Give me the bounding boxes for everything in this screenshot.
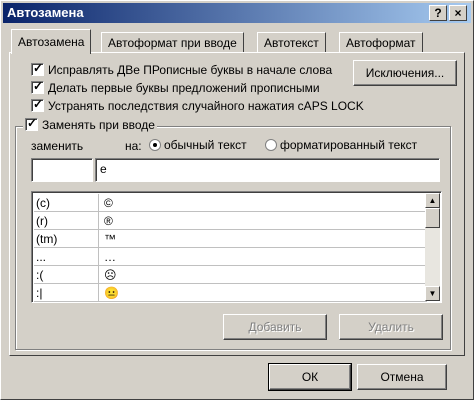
radio-label: обычный текст <box>164 138 247 152</box>
close-icon: × <box>454 6 462 20</box>
replace-as-you-type-toggle[interactable]: ✓ Заменять при вводе <box>23 116 157 132</box>
arrow-down-icon: ▼ <box>428 289 437 298</box>
group-label: Заменять при вводе <box>42 118 155 132</box>
list-item-to: … <box>104 250 116 264</box>
list-item-to: ☹ <box>104 268 117 282</box>
autocorrect-dialog: Автозамена ? × Автозамена Автоформат при… <box>0 0 474 400</box>
delete-button[interactable]: Удалить <box>339 314 443 340</box>
radio-button[interactable] <box>265 139 277 151</box>
list-scrollbar[interactable]: ▲ ▼ <box>425 193 440 301</box>
title-bar[interactable]: Автозамена ? × <box>3 3 471 23</box>
list-item[interactable]: :( ☹ <box>34 266 427 284</box>
radio-formatted-text[interactable]: форматированный текст <box>265 138 417 152</box>
check-icon: ✓ <box>27 116 38 130</box>
column-divider <box>98 284 99 302</box>
help-icon: ? <box>434 6 442 20</box>
column-divider <box>98 266 99 284</box>
column-divider <box>98 212 99 230</box>
tab-autocorrect[interactable]: Автозамена <box>11 29 92 54</box>
arrow-up-icon: ▲ <box>428 196 437 205</box>
checkbox[interactable]: ✓ <box>31 97 44 112</box>
checkbox[interactable]: ✓ <box>31 61 44 76</box>
tab-autoformat[interactable]: Автоформат <box>339 32 423 53</box>
option-label: Исправлять ДВе ПРописные буквы в начале … <box>48 63 333 77</box>
option-label: Устранять последствия случайного нажатия… <box>48 99 364 113</box>
column-divider <box>98 230 99 248</box>
list-item-from: (c) <box>36 196 50 210</box>
cancel-button[interactable]: Отмена <box>357 364 447 390</box>
tab-autoformat-as-you-type[interactable]: Автоформат при вводе <box>101 32 244 53</box>
list-item-from: ... <box>36 250 47 264</box>
ok-button[interactable]: ОК <box>268 363 352 391</box>
replace-label: заменить <box>31 139 84 153</box>
list-item[interactable]: (r) ® <box>34 212 427 230</box>
radio-plain-text[interactable]: обычный текст <box>149 138 247 152</box>
list-item-from: :( <box>36 268 44 282</box>
close-button[interactable]: × <box>449 5 467 21</box>
scroll-down-button[interactable]: ▼ <box>425 286 440 301</box>
list-item[interactable]: (tm) ™ <box>34 230 427 248</box>
help-button[interactable]: ? <box>429 5 447 21</box>
with-input[interactable]: е <box>95 158 440 182</box>
add-button[interactable]: Добавить <box>223 314 327 340</box>
list-item-to: ™ <box>104 232 116 246</box>
radio-dot <box>153 143 157 147</box>
list-item-from: (tm) <box>36 232 58 246</box>
checkbox[interactable]: ✓ <box>25 116 38 131</box>
tab-autotext[interactable]: Автотекст <box>257 32 326 53</box>
column-divider <box>98 248 99 266</box>
option-two-initial-caps[interactable]: ✓ Исправлять ДВе ПРописные буквы в начале… <box>31 61 333 77</box>
option-label: Делать первые буквы предложений прописны… <box>48 81 320 95</box>
exceptions-button[interactable]: Исключения... <box>353 60 457 86</box>
option-caps-lock[interactable]: ✓ Устранять последствия случайного нажати… <box>31 97 364 113</box>
replacement-list[interactable]: (c) © (r) ® (tm) ™ ... … :( ☹ :| 😐 ▲ ▼ <box>31 191 442 303</box>
checkbox[interactable]: ✓ <box>31 79 44 94</box>
with-label: на: <box>125 139 142 153</box>
list-item[interactable]: (c) © <box>34 194 427 212</box>
list-item[interactable]: ... … <box>34 248 427 266</box>
check-icon: ✓ <box>33 79 44 93</box>
window-title: Автозамена <box>7 5 84 20</box>
list-item-from: (r) <box>36 214 48 228</box>
option-capitalize-sentences[interactable]: ✓ Делать первые буквы предложений прописн… <box>31 79 320 95</box>
list-item-to: © <box>104 196 113 210</box>
replace-input[interactable] <box>31 158 93 182</box>
list-item-to: 😐 <box>104 286 119 300</box>
list-item[interactable]: :| 😐 <box>34 284 427 302</box>
scroll-up-button[interactable]: ▲ <box>425 193 440 208</box>
list-item-from: :| <box>36 286 43 300</box>
check-icon: ✓ <box>33 61 44 75</box>
column-divider <box>98 194 99 212</box>
check-icon: ✓ <box>33 97 44 111</box>
scroll-thumb[interactable] <box>425 208 440 228</box>
radio-button[interactable] <box>149 139 161 151</box>
radio-label: форматированный текст <box>280 138 418 152</box>
list-item-to: ® <box>104 214 113 228</box>
